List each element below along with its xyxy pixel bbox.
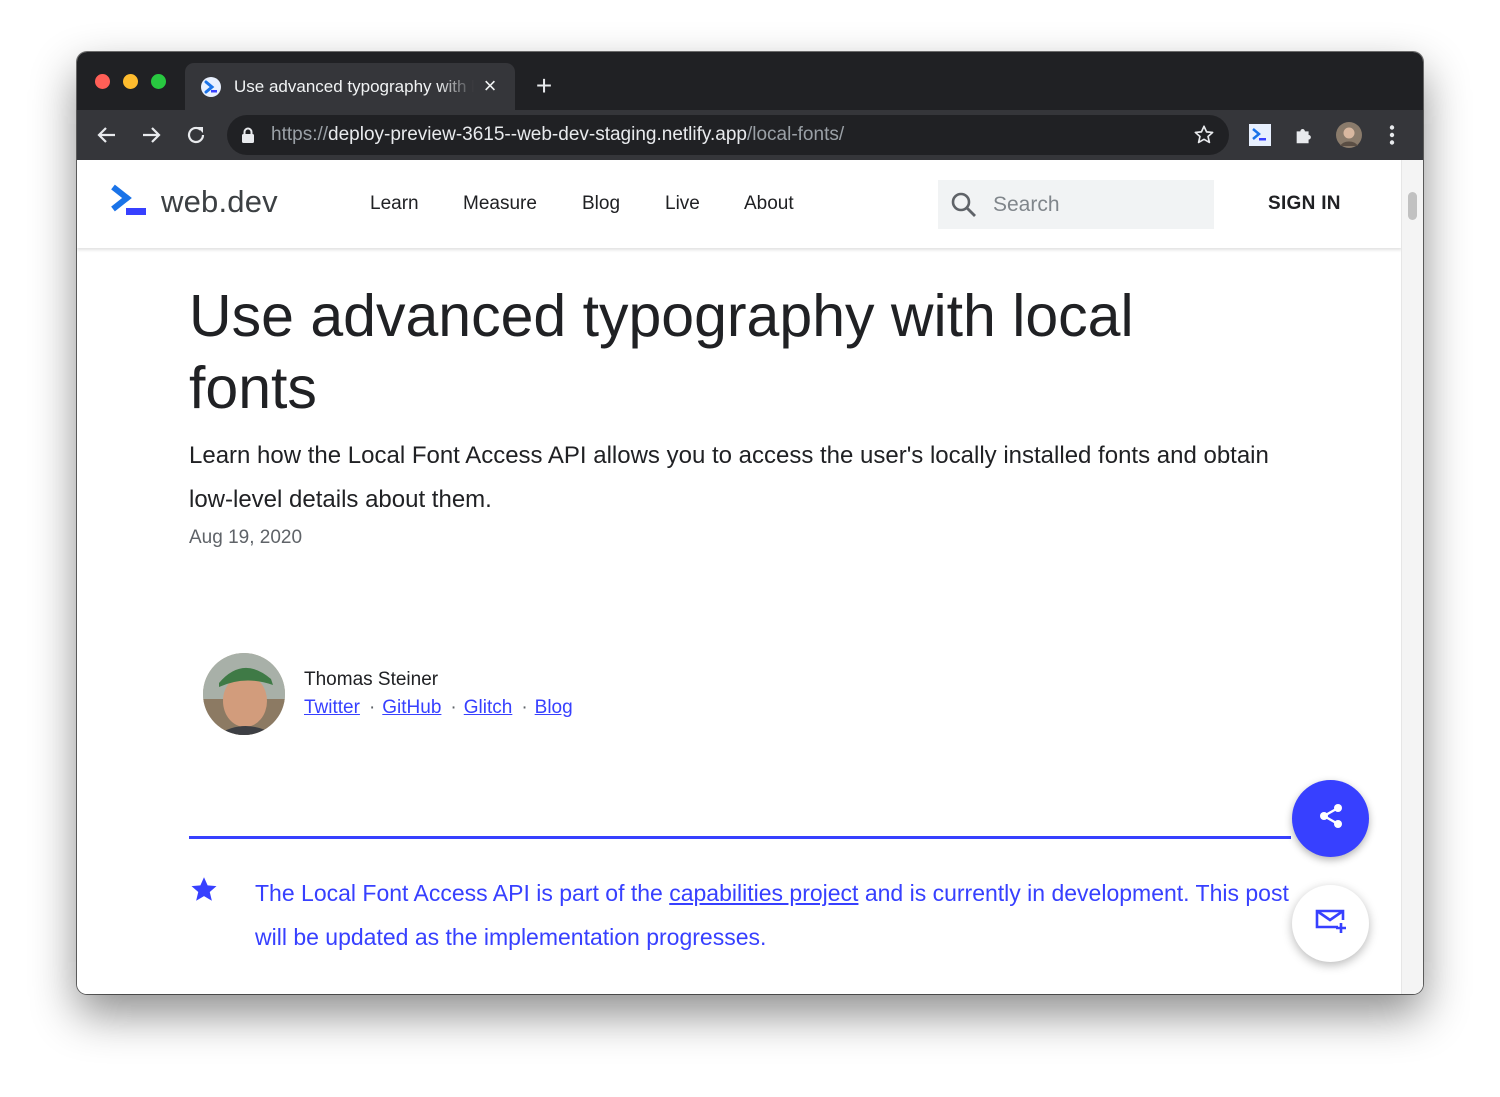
author-link-blog[interactable]: Blog [535,697,573,718]
webdev-favicon-icon [201,77,221,97]
zoom-window-button[interactable] [151,74,166,89]
callout-text-before: The Local Font Access API is part of the [255,880,670,906]
webdev-logo-icon[interactable] [110,184,150,223]
sign-in-button[interactable]: SIGN IN [1268,192,1341,216]
minimize-window-button[interactable] [123,74,138,89]
page-scrollbar[interactable] [1401,160,1423,994]
tab-strip: Use advanced typography with local fonts… [77,52,1423,110]
nav-about[interactable]: About [744,192,794,216]
lock-icon[interactable] [241,127,255,149]
subscribe-button[interactable] [1292,885,1369,962]
article-subtitle: Learn how the Local Font Access API allo… [189,442,1269,513]
link-separator: · [368,697,376,718]
url-text[interactable]: https://deploy-preview-3615--web-dev-sta… [271,115,844,155]
site-header: web.dev Learn Measure Blog Live About Se… [77,160,1402,248]
search-placeholder: Search [993,193,1060,216]
link-separator: · [521,697,528,718]
active-tab[interactable]: Use advanced typography with local fonts… [185,63,515,110]
search-icon [950,191,978,224]
tab-title: Use advanced typography with local fonts [234,77,474,96]
back-arrow-icon[interactable] [94,122,120,148]
author-link-github[interactable]: GitHub [382,697,441,718]
close-window-button[interactable] [95,74,110,89]
web-page: web.dev Learn Measure Blog Live About Se… [77,160,1423,994]
author-avatar[interactable] [203,653,285,735]
author-link-glitch[interactable]: Glitch [464,697,513,718]
browser-window: Use advanced typography with local fonts… [77,52,1423,994]
nav-live[interactable]: Live [665,192,700,216]
article-date: Aug 19, 2020 [189,527,303,548]
nav-blog[interactable]: Blog [582,192,620,216]
url-host: deploy-preview-3615--web-dev-staging.net… [328,124,747,145]
author-name: Thomas Steiner [304,669,439,690]
share-button[interactable] [1292,780,1369,857]
profile-avatar-icon[interactable] [1336,122,1362,148]
reload-icon[interactable] [183,122,209,148]
nav-measure[interactable]: Measure [463,192,537,216]
share-icon [1316,801,1346,836]
bookmark-star-icon[interactable] [1193,124,1215,151]
tab-close-icon[interactable]: × [479,75,501,97]
capabilities-project-link[interactable]: capabilities project [669,880,858,906]
address-bar[interactable]: https://deploy-preview-3615--web-dev-sta… [227,115,1229,155]
star-icon [189,875,219,910]
site-logo-text[interactable]: web.dev [161,184,278,220]
forward-arrow-icon[interactable] [138,122,164,148]
search-input[interactable]: Search [938,180,1214,229]
browser-toolbar: https://deploy-preview-3615--web-dev-sta… [77,110,1423,160]
subscribe-mail-icon [1314,906,1348,941]
more-vertical-icon[interactable] [1379,122,1405,148]
extensions-puzzle-icon[interactable] [1291,122,1317,148]
article-title: Use advanced typography with local fonts [189,283,1134,421]
author-link-twitter[interactable]: Twitter [304,697,360,718]
capabilities-callout: The Local Font Access API is part of the… [255,871,1295,959]
link-separator: · [450,697,457,718]
url-scheme: https:// [271,124,329,145]
webdev-extension-icon[interactable] [1247,122,1273,148]
url-path: /local-fonts/ [746,124,845,145]
new-tab-button[interactable]: + [532,72,556,100]
nav-learn[interactable]: Learn [370,192,419,216]
section-divider [189,836,1291,839]
author-links: Twitter · GitHub · Glitch · Blog [304,696,573,720]
scrollbar-thumb[interactable] [1408,192,1417,220]
